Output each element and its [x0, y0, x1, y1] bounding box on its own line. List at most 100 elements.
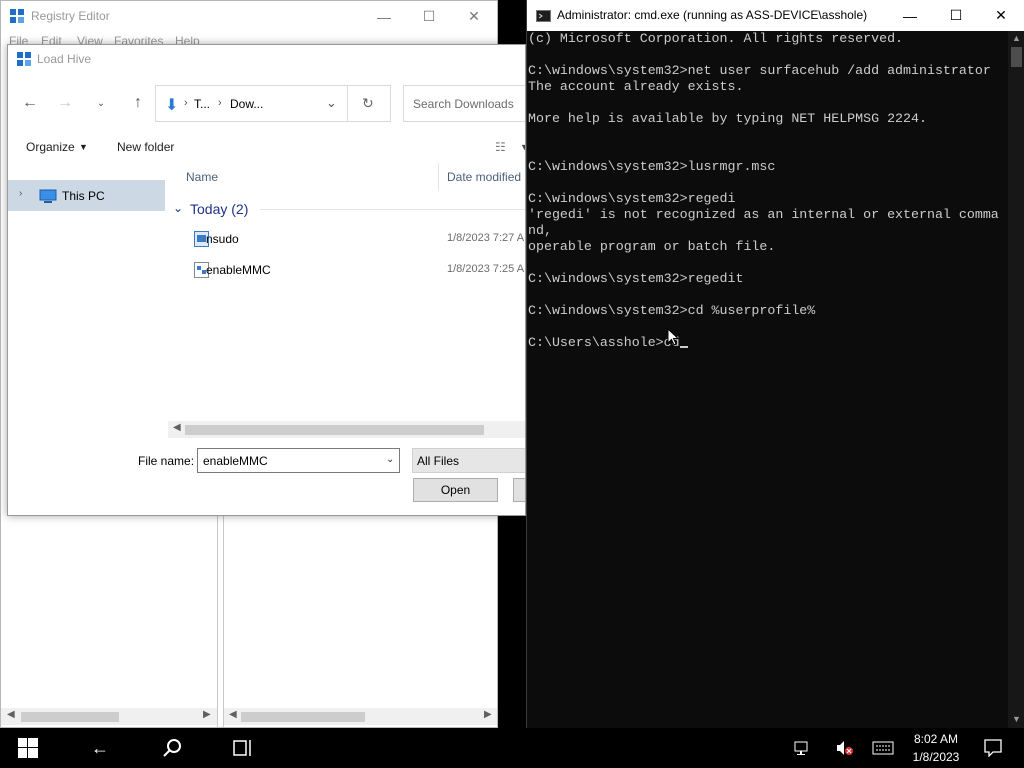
back-arrow-icon[interactable]: ←	[17, 90, 43, 116]
group-divider	[260, 209, 525, 210]
address-divider	[347, 86, 348, 121]
console-line: C:\windows\system32>regedit	[528, 271, 744, 286]
scroll-thumb[interactable]	[185, 425, 484, 435]
file-list-horizontal-scrollbar[interactable]: ◀	[168, 421, 525, 438]
scroll-left-icon[interactable]: ◀	[173, 422, 181, 433]
console-line: nd,	[528, 223, 552, 238]
breadcrumb-downloads[interactable]: Dow...	[230, 97, 263, 111]
regedit-title: Registry Editor	[31, 9, 110, 23]
file-type-select[interactable]: All Files	[412, 448, 525, 473]
regedit-tree-pane: ◀ ▶	[1, 516, 218, 727]
console-prompt-line[interactable]: C:\Users\asshole>cd	[528, 335, 1008, 351]
console-lines: (c) Microsoft Corporation. All rights re…	[528, 31, 1008, 335]
console-line: C:\windows\system32>cd %userprofile%	[528, 303, 816, 318]
cmd-title: Administrator: cmd.exe (running as ASS-D…	[557, 8, 868, 22]
column-divider	[438, 163, 439, 190]
scroll-right-icon[interactable]: ▶	[203, 709, 211, 720]
taskbar-clock[interactable]: 8:02 AM 1/8/2023	[904, 730, 968, 766]
file-name-label: File name:	[138, 454, 195, 468]
file-name-dropdown-icon[interactable]: ⌄	[386, 454, 394, 465]
forward-arrow-icon[interactable]: →	[52, 90, 78, 116]
column-header-name[interactable]: Name	[186, 170, 218, 184]
console-line: The account already exists.	[528, 79, 744, 94]
console-line: (c) Microsoft Corporation. All rights re…	[528, 31, 904, 46]
nav-label-this-pc: This PC	[62, 189, 105, 203]
prompt-text: C:\Users\asshole>cd	[528, 335, 680, 350]
minimize-button[interactable]: —	[887, 0, 933, 31]
breadcrumb-separator-icon: ›	[184, 97, 188, 109]
organize-button[interactable]: Organize	[26, 140, 75, 154]
file-list: Name Date modified ⌄ Today (2) nsudo 1/8…	[165, 163, 525, 439]
this-pc-icon	[39, 189, 57, 203]
close-button[interactable]: ✕	[978, 0, 1024, 31]
cancel-button[interactable]	[513, 478, 525, 502]
task-view-icon[interactable]	[220, 728, 268, 768]
network-icon[interactable]	[780, 728, 826, 768]
dialog-titlebar[interactable]: Load Hive	[8, 45, 525, 74]
scroll-left-icon[interactable]: ◀	[7, 709, 15, 720]
console-line: C:\windows\system32>net user surfacehub …	[528, 63, 991, 78]
refresh-icon[interactable]: ↻	[362, 95, 374, 112]
dialog-title: Load Hive	[37, 52, 92, 66]
regedit-titlebar[interactable]: Registry Editor — ☐ ✕	[1, 1, 497, 32]
column-header-date-modified[interactable]: Date modified	[447, 170, 521, 184]
file-name-value: enableMMC	[203, 454, 268, 468]
search-input[interactable]: Search Downloads	[403, 85, 525, 122]
text-cursor	[679, 346, 688, 348]
maximize-button[interactable]: ☐	[933, 0, 979, 31]
file-row[interactable]: nsudo 1/8/2023 7:27 AM	[185, 227, 525, 251]
close-button[interactable]: ✕	[451, 1, 497, 32]
address-dropdown-icon[interactable]: ⌄	[326, 95, 337, 111]
scroll-down-icon[interactable]: ▼	[1012, 714, 1021, 724]
cmd-icon	[536, 10, 551, 22]
recent-locations-chevron-icon[interactable]: ⌄	[88, 90, 114, 116]
notifications-icon[interactable]	[970, 728, 1016, 768]
new-folder-button[interactable]: New folder	[117, 140, 174, 154]
search-placeholder: Search Downloads	[413, 97, 514, 111]
cmd-titlebar[interactable]: Administrator: cmd.exe (running as ASS-D…	[527, 0, 1024, 31]
load-hive-dialog: Load Hive ← → ⌄ ↑ ⬇ › T... › Dow... ⌄ ↻ …	[7, 44, 526, 516]
windows-start-icon[interactable]	[4, 728, 52, 768]
group-collapse-chevron-icon[interactable]: ⌄	[173, 201, 183, 215]
breadcrumb-this-pc[interactable]: T...	[194, 97, 210, 111]
scroll-right-icon[interactable]: ▶	[484, 709, 492, 720]
file-row[interactable]: enableMMC 1/8/2023 7:25 AM	[185, 258, 525, 282]
file-name-input[interactable]: enableMMC ⌄	[197, 448, 400, 473]
expand-chevron-icon[interactable]: ›	[19, 188, 22, 199]
maximize-button[interactable]: ☐	[406, 1, 452, 32]
cmd-window: Administrator: cmd.exe (running as ASS-D…	[526, 0, 1024, 728]
scroll-left-icon[interactable]: ◀	[229, 709, 237, 720]
clock-date: 1/8/2023	[912, 750, 960, 764]
scroll-thumb[interactable]	[241, 712, 365, 722]
file-date: 1/8/2023 7:25 AM	[447, 263, 526, 275]
scroll-up-icon[interactable]: ▲	[1012, 33, 1021, 43]
dialog-toolbar: Organize ▼ New folder ☷ ▼	[8, 132, 525, 162]
organize-dropdown-icon[interactable]: ▼	[79, 142, 88, 152]
up-arrow-icon[interactable]: ↑	[125, 90, 151, 116]
group-header-today[interactable]: Today (2)	[190, 201, 248, 217]
file-name: enableMMC	[206, 263, 271, 277]
registry-editor-icon	[10, 9, 24, 23]
scroll-thumb[interactable]	[1011, 47, 1022, 67]
scroll-thumb[interactable]	[21, 712, 119, 722]
console-line: C:\windows\system32>lusrmgr.msc	[528, 159, 776, 174]
file-date: 1/8/2023 7:27 AM	[447, 232, 526, 244]
console-vertical-scrollbar[interactable]: ▲ ▼	[1008, 31, 1024, 728]
registry-editor-icon	[17, 52, 31, 66]
keyboard-icon[interactable]	[860, 728, 906, 768]
address-bar[interactable]: ⬇ › T... › Dow... ⌄ ↻	[155, 85, 391, 122]
taskbar: ← 8:02 AM 1/8/2023	[0, 728, 1024, 768]
console-output[interactable]: (c) Microsoft Corporation. All rights re…	[528, 31, 1008, 728]
open-button[interactable]: Open	[413, 478, 498, 502]
view-options-icon[interactable]: ☷	[495, 140, 506, 154]
search-icon[interactable]	[148, 728, 196, 768]
nav-item-this-pc[interactable]: › This PC	[8, 180, 165, 211]
values-horizontal-scrollbar[interactable]: ◀ ▶	[224, 708, 497, 725]
tree-horizontal-scrollbar[interactable]: ◀ ▶	[1, 708, 217, 725]
minimize-button[interactable]: —	[361, 1, 407, 32]
back-icon[interactable]: ←	[76, 728, 124, 768]
